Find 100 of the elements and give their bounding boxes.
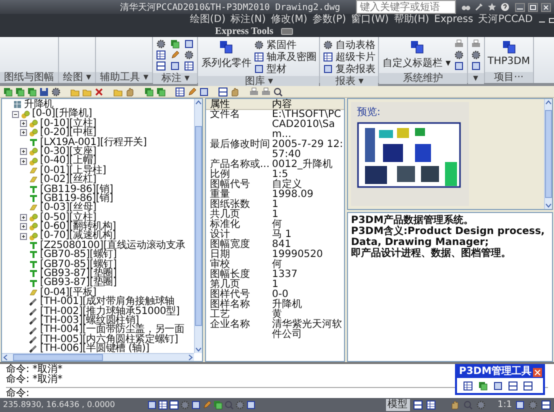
close-icon[interactable] <box>541 2 551 12</box>
expand-icon[interactable] <box>20 214 27 221</box>
tree-item[interactable]: [LX19A-001][行程开关] <box>40 138 147 147</box>
menu-item[interactable]: 天河PCCAD <box>478 14 533 25</box>
scroll-right-icon[interactable] <box>188 354 194 361</box>
expand-icon[interactable] <box>20 158 27 165</box>
gear-icon[interactable] <box>156 39 166 49</box>
tree-item[interactable]: [TH-006][半圆键槽 (轴)] <box>40 344 150 353</box>
table-icon[interactable] <box>175 86 185 96</box>
scroll-left-icon[interactable] <box>2 354 8 361</box>
hand-icon[interactable] <box>450 400 460 410</box>
box-icon[interactable] <box>190 400 201 410</box>
tree-item[interactable]: [GB119-86][销] <box>40 184 114 194</box>
tree-item[interactable]: [TH-001][成对带肩角接触球轴 <box>40 297 174 307</box>
tree-item[interactable]: [GB93-87][垫圈] <box>40 269 117 278</box>
vertical-scrollbar[interactable] <box>194 99 202 353</box>
tree-item[interactable]: [0-01][上导柱] <box>40 166 106 176</box>
tree-item[interactable]: [0-60][翻转机构] <box>40 222 116 232</box>
ribbon-button[interactable]: 复杂报表 <box>323 63 376 74</box>
menu-item[interactable]: 帮助(H) <box>394 14 430 25</box>
gear-icon[interactable] <box>454 50 464 60</box>
layout-icon[interactable] <box>412 400 423 410</box>
ribbon-button[interactable]: 自动表格 <box>323 39 376 50</box>
table-icon[interactable] <box>463 381 473 391</box>
minimize-icon[interactable] <box>515 2 525 12</box>
menu-item[interactable]: 参数(P) <box>312 14 346 25</box>
ribbon-button[interactable]: 紧固件 <box>254 39 316 50</box>
scroll-up-icon[interactable] <box>195 99 202 105</box>
tree-item[interactable]: [Z25080100][直线运动滚动支承 <box>40 240 186 250</box>
panel-title[interactable]: 报表 ▾ <box>320 76 378 87</box>
panel-title[interactable]: 图纸与图幅 <box>0 72 58 83</box>
panel-title[interactable]: 项目··· <box>484 72 533 83</box>
gear-icon[interactable] <box>51 86 61 96</box>
pencil-icon[interactable] <box>170 50 180 60</box>
box-icon[interactable] <box>170 61 180 71</box>
stack-icon[interactable] <box>170 39 180 49</box>
tree-item[interactable]: [GB70-85][螺钉] <box>40 260 117 270</box>
stack-icon[interactable] <box>478 381 488 391</box>
tree-item[interactable]: [0-10][立柱] <box>40 118 96 128</box>
help-icon[interactable] <box>500 2 510 12</box>
layout-icon[interactable] <box>508 381 518 391</box>
box-icon[interactable] <box>493 381 503 391</box>
menu-item[interactable]: 绘图(D) <box>190 14 226 25</box>
tree-item[interactable]: [0-30][支座] <box>40 146 96 156</box>
ribbon-button[interactable]: 超级卡片 <box>323 51 376 62</box>
ribbon-button[interactable]: 型材 <box>254 63 316 74</box>
table-icon[interactable] <box>158 400 168 410</box>
collapse-icon[interactable] <box>12 110 19 118</box>
ribbon-button[interactable]: 系列化零件 <box>201 39 252 70</box>
table-icon[interactable] <box>426 400 436 410</box>
gear-icon[interactable] <box>184 50 194 60</box>
expand-icon[interactable] <box>20 232 27 240</box>
panel-title[interactable]: 辅助工具 ▾ <box>96 72 152 83</box>
printer-icon[interactable] <box>249 86 259 96</box>
tree-item[interactable]: [0-04][平板] <box>40 288 96 298</box>
tree-item[interactable]: [0-40][上帽] <box>40 156 96 166</box>
hand-icon[interactable] <box>125 86 135 96</box>
scroll-down-icon[interactable] <box>195 347 202 353</box>
menu-item[interactable]: 修改(M) <box>270 14 308 25</box>
maximize-icon[interactable] <box>528 2 538 12</box>
printer-icon[interactable] <box>261 86 271 96</box>
tree-item[interactable]: [0-0][升降机] <box>32 109 92 119</box>
hand-icon[interactable] <box>230 86 240 96</box>
box-icon[interactable] <box>146 400 157 410</box>
expand-icon[interactable] <box>20 223 27 230</box>
tree-item[interactable]: [TH-003][螺纹圆柱销] <box>40 316 139 326</box>
box-icon[interactable] <box>184 39 194 49</box>
tree-item[interactable]: [TH-002][推力球轴承51000型] <box>40 306 180 316</box>
tree-item[interactable]: [0-50][立柱] <box>40 212 96 222</box>
box-icon[interactable] <box>515 400 525 410</box>
panel-title[interactable]: 图库 ▾ <box>198 76 320 87</box>
pencil-icon[interactable] <box>202 400 212 410</box>
tree-item[interactable]: [GB93-87][垫圈] <box>40 278 117 288</box>
layout-icon[interactable] <box>541 400 551 410</box>
box-icon[interactable] <box>199 86 209 96</box>
ribbon-button[interactable]: 自定义标题栏 ▾ <box>382 39 451 70</box>
box-icon[interactable] <box>246 400 256 410</box>
tree-item[interactable]: [GB119-86][销] <box>40 194 114 204</box>
layout-icon[interactable] <box>168 400 179 410</box>
horizontal-scrollbar[interactable] <box>2 353 194 361</box>
scroll-down-icon[interactable] <box>545 203 552 209</box>
annotation-scale[interactable]: 1:1 <box>498 400 512 410</box>
panel-title[interactable]: 系统维护 <box>379 73 467 84</box>
expand-icon[interactable] <box>20 148 27 156</box>
tree-item[interactable]: [TH-004][一面带防尘盖，另一面 <box>40 325 184 335</box>
tree-item[interactable]: 升降机 <box>24 100 54 110</box>
wrench-icon[interactable] <box>474 2 484 12</box>
panel-toggle-icon[interactable] <box>281 28 294 34</box>
tree-item[interactable]: [GB70-85][螺钉] <box>40 250 117 260</box>
model-button[interactable]: 模型 <box>386 399 410 411</box>
delete-icon[interactable] <box>94 86 104 96</box>
command-prompt[interactable]: 命令: <box>6 388 30 399</box>
layout-icon[interactable] <box>218 86 228 96</box>
panel-title[interactable]: 绘图 ▾ <box>59 72 96 83</box>
tree-item[interactable]: [0-70][减速机构] <box>40 231 116 241</box>
table-icon[interactable] <box>156 50 166 60</box>
ribbon-tab[interactable]: Express Tools <box>215 26 274 36</box>
layout-icon[interactable] <box>156 61 166 71</box>
layout-icon[interactable] <box>523 381 533 391</box>
star-icon[interactable] <box>487 2 497 12</box>
